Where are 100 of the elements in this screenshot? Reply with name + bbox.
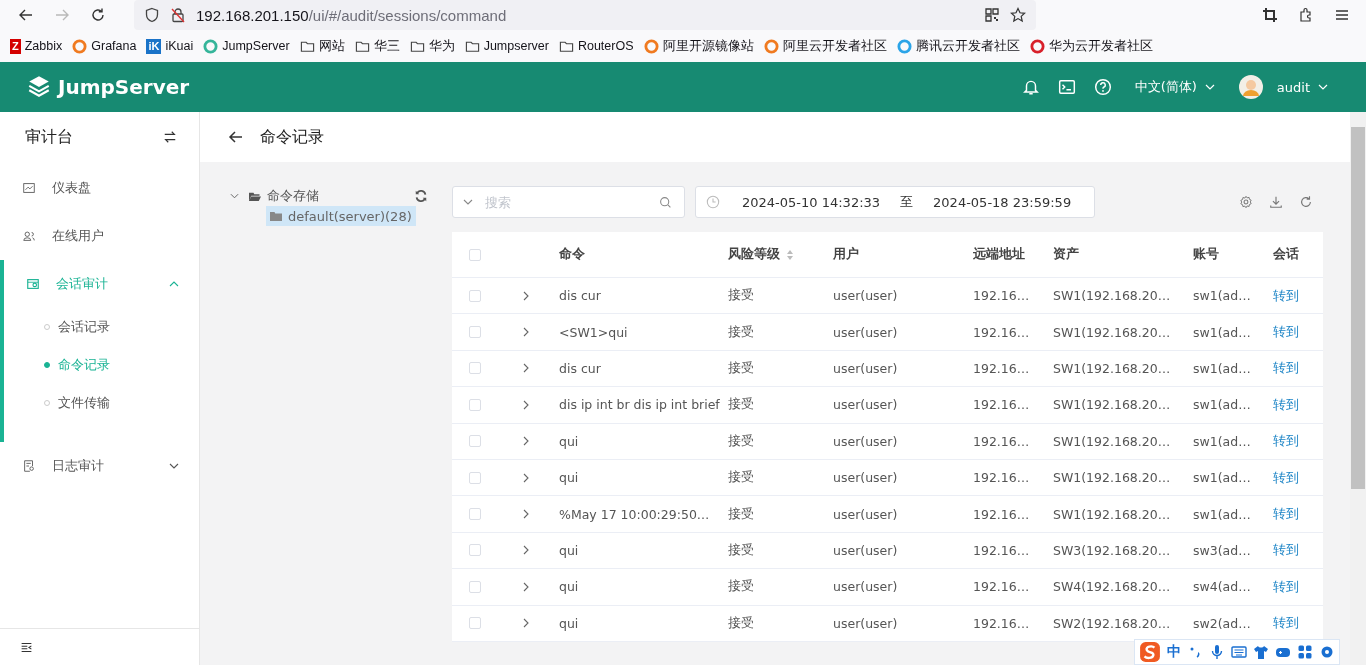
settings-icon[interactable]	[1319, 644, 1335, 660]
checkbox[interactable]	[469, 544, 481, 557]
bookmark[interactable]: 网站	[299, 37, 345, 55]
download-icon[interactable]	[1269, 195, 1283, 209]
bookmark[interactable]: Jumpserver	[464, 38, 549, 54]
expand-icon[interactable]	[523, 545, 529, 556]
bookmark[interactable]: Grafana	[72, 38, 137, 54]
expand-icon[interactable]	[523, 290, 529, 301]
site-logo-icon	[896, 38, 912, 54]
caret-icon[interactable]	[463, 199, 473, 205]
checkbox[interactable]	[469, 508, 481, 521]
bookmark[interactable]: JumpServer	[203, 38, 290, 54]
expand-icon[interactable]	[523, 327, 529, 338]
table-cell: sw1(ad…	[1193, 288, 1251, 304]
qr-code-icon[interactable]	[984, 7, 1000, 23]
bookmark[interactable]: iK iKuai	[146, 38, 194, 54]
ime-toolbar[interactable]: 中	[1134, 639, 1340, 665]
checkbox[interactable]	[469, 289, 481, 302]
avatar-icon[interactable]	[1238, 75, 1263, 99]
expand-icon[interactable]	[523, 363, 529, 374]
checkbox[interactable]	[469, 580, 481, 593]
shirt-icon[interactable]	[1253, 644, 1269, 660]
user-menu[interactable]: audit	[1276, 79, 1328, 95]
crop-icon[interactable]	[1262, 7, 1278, 23]
search-field[interactable]: 搜索	[483, 193, 649, 211]
terminal-icon[interactable]	[1057, 78, 1076, 96]
shield-icon[interactable]	[144, 7, 160, 23]
goto-link[interactable]: 转到	[1273, 541, 1299, 560]
date-range-picker[interactable]: 2024-05-10 14:32:33 至 2024-05-18 23:59:59	[695, 186, 1095, 218]
microphone-icon[interactable]	[1209, 644, 1225, 660]
sidebar-item[interactable]: 在线用户	[0, 212, 199, 260]
bookmark[interactable]: 华三	[354, 37, 400, 55]
reload-icon[interactable]	[90, 7, 106, 23]
checkbox[interactable]	[469, 435, 481, 448]
expand-icon[interactable]	[523, 581, 529, 592]
address-bar[interactable]: 192.168.201.150/ui/#/audit/sessions/command	[134, 0, 1036, 30]
expand-icon[interactable]	[523, 509, 529, 520]
checkbox[interactable]	[469, 362, 481, 375]
goto-link[interactable]: 转到	[1273, 359, 1299, 378]
expand-icon[interactable]	[523, 472, 529, 483]
table-cell: sw1(ad…	[1193, 506, 1251, 522]
collapse-menu-icon[interactable]	[20, 640, 33, 654]
star-icon[interactable]	[1010, 7, 1026, 23]
switch-icon[interactable]	[163, 130, 177, 144]
bookmark[interactable]: 腾讯云开发者社区	[896, 37, 1020, 55]
input-mode[interactable]: 中	[1167, 643, 1181, 661]
bookmark[interactable]: 阿里开源镜像站	[643, 37, 754, 55]
menu-icon[interactable]	[1334, 7, 1350, 23]
column-header[interactable]: 风险等级	[728, 246, 794, 263]
goto-link[interactable]: 转到	[1273, 432, 1299, 451]
goto-link[interactable]: 转到	[1273, 577, 1299, 596]
grid-icon[interactable]	[1297, 644, 1313, 660]
search-box[interactable]: 搜索	[452, 186, 685, 218]
settings-icon[interactable]	[1239, 195, 1253, 209]
table-cell: qui	[559, 615, 579, 631]
bell-icon[interactable]	[1021, 78, 1040, 96]
expand-icon[interactable]	[523, 436, 529, 447]
caret-icon[interactable]	[169, 463, 179, 469]
url-text[interactable]: 192.168.201.150/ui/#/audit/sessions/command	[196, 6, 507, 24]
tree-node[interactable]: 命令存储	[267, 187, 319, 205]
language-dropdown[interactable]: 中文(简体)	[1134, 78, 1215, 96]
ime-logo-icon[interactable]	[1139, 641, 1161, 663]
checkbox[interactable]	[469, 471, 481, 484]
table-cell: 接受	[728, 541, 754, 559]
scrollbar[interactable]	[1350, 112, 1366, 665]
goto-link[interactable]: 转到	[1273, 614, 1299, 633]
goto-link[interactable]: 转到	[1273, 286, 1299, 305]
checkbox[interactable]	[469, 617, 481, 630]
sidebar-subitem[interactable]: 会话记录	[4, 308, 199, 346]
goto-link[interactable]: 转到	[1273, 505, 1299, 524]
app-logo[interactable]: JumpServer	[26, 74, 190, 100]
checkbox[interactable]	[469, 398, 481, 411]
bookmark[interactable]: 阿里云开发者社区	[763, 37, 887, 55]
goto-link[interactable]: 转到	[1273, 395, 1299, 414]
back-icon[interactable]	[18, 7, 34, 23]
expand-icon[interactable]	[523, 618, 529, 629]
help-icon[interactable]	[1093, 78, 1112, 96]
table-cell: sw1(ad…	[1193, 397, 1251, 413]
lock-icon[interactable]	[170, 7, 186, 23]
bookmark[interactable]: 华为云开发者社区	[1029, 37, 1153, 55]
refresh-icon[interactable]	[1299, 195, 1313, 209]
layers-icon	[26, 74, 52, 100]
goto-link[interactable]: 转到	[1273, 468, 1299, 487]
column-header: 账号	[1193, 246, 1219, 263]
refresh-icon[interactable]	[414, 189, 428, 203]
expand-icon[interactable]	[523, 399, 529, 410]
search-icon[interactable]	[659, 195, 672, 209]
goto-link[interactable]: 转到	[1273, 323, 1299, 342]
checkbox[interactable]	[469, 248, 481, 261]
keyboard-icon[interactable]	[1231, 644, 1247, 660]
puzzle-icon[interactable]	[1298, 7, 1314, 23]
sidebar-subitem[interactable]: 文件传输	[4, 384, 199, 422]
sidebar-item[interactable]: 仪表盘	[0, 164, 199, 212]
bookmark[interactable]: RouterOS	[558, 38, 634, 54]
sidebar-item[interactable]: 日志审计	[0, 442, 199, 490]
checkbox[interactable]	[469, 326, 481, 339]
tree-node[interactable]: default(server)(28)	[266, 206, 416, 226]
bookmark[interactable]: 华为	[409, 37, 455, 55]
bookmark[interactable]: Z Zabbix	[10, 38, 63, 54]
back-arrow-icon[interactable]	[228, 129, 244, 145]
